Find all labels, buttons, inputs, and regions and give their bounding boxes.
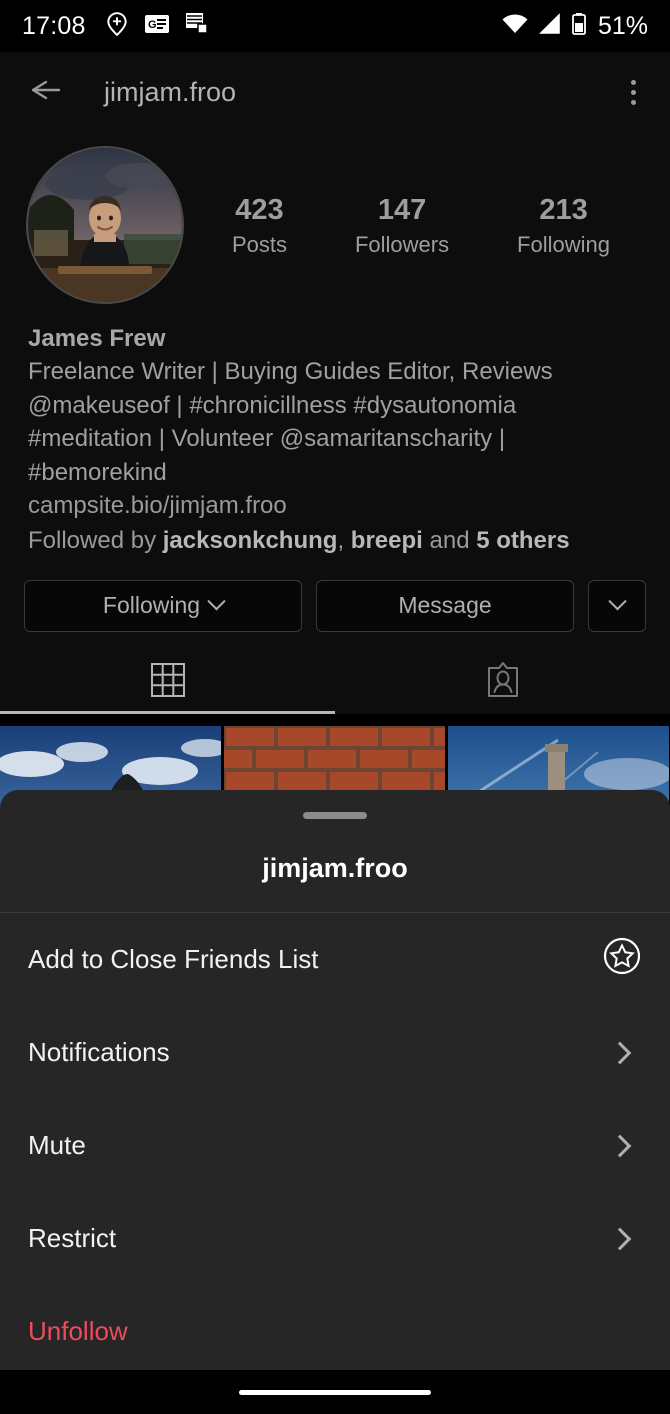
avatar[interactable] (26, 146, 184, 304)
chevron-down-icon (607, 592, 627, 611)
unfollow-label: Unfollow (28, 1316, 128, 1346)
status-system-icons: 51% (501, 12, 648, 41)
mute-item[interactable]: Mute (0, 1099, 670, 1192)
add-to-close-friends-item[interactable]: Add to Close Friends List (0, 913, 670, 1006)
notifications-item[interactable]: Notifications (0, 1006, 670, 1099)
battery-percentage: 51% (597, 11, 648, 40)
bio-line-1: Freelance Writer | Buying Guides Editor,… (28, 358, 553, 386)
stat-followers-label: Followers (354, 232, 450, 258)
followed-by-prefix: Followed by (28, 527, 163, 555)
message-button-label: Message (398, 592, 492, 619)
followed-by-name-2[interactable]: breepi (351, 527, 423, 554)
profile-website-link[interactable]: campsite.bio/jimjam.froo (28, 489, 642, 523)
battery-icon (571, 12, 587, 41)
chevron-down-icon (207, 592, 226, 611)
following-button-label: Following (102, 592, 201, 619)
grid-icon (150, 662, 186, 703)
followed-by-name-1[interactable]: jacksonkchung (163, 527, 338, 554)
cell-signal-icon (538, 12, 562, 40)
followed-by-sep-1: , (337, 527, 351, 555)
bio-line-4: #bemorekind (28, 458, 167, 486)
profile-stats: 423 Posts 147 Followers 213 Following (184, 192, 644, 258)
followed-by-text: Followed by jacksonkchung, breepi and 5 … (28, 524, 642, 558)
chevron-right-icon (608, 1227, 632, 1250)
stat-followers-value: 147 (377, 193, 427, 226)
profile-bio: James Frew Freelance Writer | Buying Gui… (0, 304, 670, 558)
message-button[interactable]: Message (316, 579, 574, 632)
bio-line-3: #meditation | Volunteer @samaritanschari… (28, 425, 506, 453)
more-options-button[interactable] (588, 579, 646, 632)
documents-stack-icon (184, 12, 210, 41)
status-time: 17:08 (22, 11, 86, 40)
mute-label: Mute (28, 1130, 86, 1160)
stat-posts-label: Posts (231, 232, 287, 258)
wifi-icon (501, 13, 529, 40)
profile-section: 423 Posts 147 Followers 213 Following Ja… (0, 132, 670, 714)
google-news-icon: G (144, 13, 170, 40)
location-plus-icon (104, 11, 130, 42)
followed-by-sep-2: and (422, 527, 477, 555)
tab-tagged[interactable] (335, 652, 670, 714)
status-notification-icons: G (104, 11, 210, 42)
unfollow-item[interactable]: Unfollow (0, 1285, 670, 1370)
drag-handle[interactable] (303, 812, 367, 819)
profile-tabs (0, 652, 670, 714)
profile-full-name: James Frew (28, 325, 166, 352)
tagged-person-icon (485, 661, 521, 704)
restrict-item[interactable]: Restrict (0, 1192, 670, 1285)
active-tab-underline (0, 710, 335, 714)
stat-following-value: 213 (539, 193, 588, 226)
circled-star-icon (602, 936, 642, 983)
stat-following[interactable]: 213 Following (517, 192, 610, 258)
stat-following-label: Following (517, 232, 610, 258)
stat-followers[interactable]: 147 Followers (355, 192, 449, 258)
profile-options-bottom-sheet: jimjam.froo Add to Close Friends List No… (0, 790, 670, 1370)
profile-action-buttons: Following Message (0, 558, 670, 632)
followed-by-others[interactable]: 5 others (476, 527, 569, 554)
stat-posts[interactable]: 423 Posts (232, 192, 287, 258)
chevron-right-icon (608, 1134, 632, 1157)
system-navigation-bar (0, 1370, 670, 1414)
phone-screen: 17:08 G 51% jimjam.froo 423 Posts 147 Fo… (0, 0, 670, 1414)
bio-line-2: @makeuseof | #chronicillness #dysautonom… (28, 391, 517, 419)
sidebar-item-grid-tab[interactable] (0, 652, 335, 714)
back-arrow-icon[interactable] (24, 75, 64, 110)
notifications-label: Notifications (28, 1037, 170, 1067)
sheet-title: jimjam.froo (262, 853, 408, 883)
svg-text:G: G (148, 19, 157, 31)
chevron-right-icon (608, 1041, 632, 1064)
app-bar: jimjam.froo (0, 52, 670, 132)
add-to-close-friends-label: Add to Close Friends List (28, 944, 319, 974)
kebab-menu-icon[interactable] (621, 72, 646, 113)
status-bar: 17:08 G 51% (0, 0, 670, 52)
following-button[interactable]: Following (24, 579, 302, 632)
profile-header-row: 423 Posts 147 Followers 213 Following (0, 132, 670, 304)
stat-posts-value: 423 (235, 193, 284, 226)
restrict-label: Restrict (28, 1223, 117, 1253)
gesture-home-pill[interactable] (239, 1389, 431, 1395)
page-title: jimjam.froo (104, 76, 237, 107)
